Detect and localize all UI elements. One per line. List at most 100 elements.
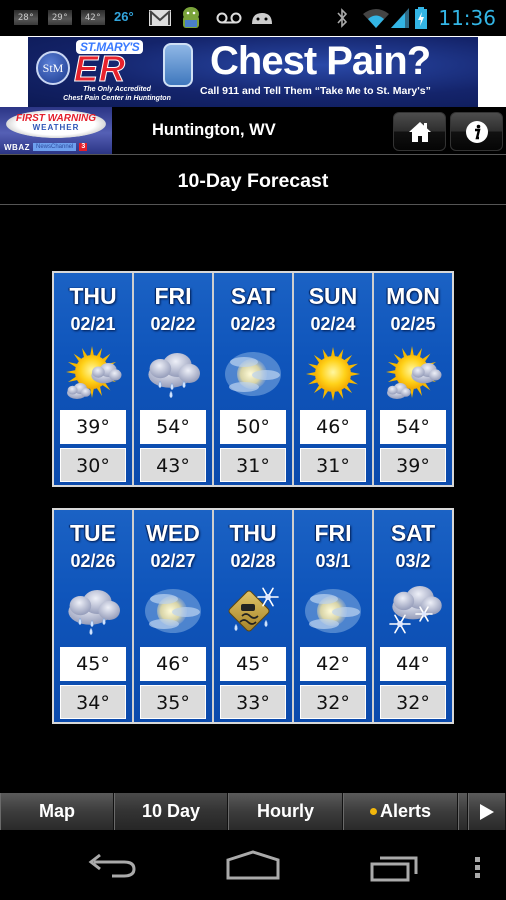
day-name: SAT [230,283,276,309]
low-temp: 32° [380,685,446,719]
day-name: SAT [390,520,436,546]
low-temp: 33° [220,685,286,719]
day-date: 02/21 [70,314,116,334]
forecast-day[interactable]: FRI 03/1 42° 32° [294,510,372,722]
day-date: 02/28 [230,551,276,571]
day-name: WED [146,520,200,546]
day-name: FRI [154,283,192,309]
day-name: SUN [308,283,358,309]
forecast-day[interactable]: WED 02/27 46° 35° [134,510,212,722]
partly-sunny-icon [386,346,442,399]
tab-10-day[interactable]: 10 Day [114,793,228,830]
ad-brand-mark: ER [73,48,127,89]
home-icon [408,121,431,142]
recent-apps-icon[interactable] [370,850,420,882]
forecast-day[interactable]: FRI 02/22 54° 43° [134,273,212,485]
bluetooth-icon [337,8,348,28]
home-button[interactable] [393,112,446,151]
day-date: 02/27 [150,551,196,571]
day-name: THU [69,283,117,309]
high-temp: 54° [380,410,446,444]
brand-line2: WEATHER [32,123,80,132]
high-temp: 46° [140,647,206,681]
snow-icon [389,586,442,634]
forecast-day[interactable]: SAT 02/23 50° 31° [214,273,292,485]
forecast-day[interactable]: THU 02/28 45° 33° [214,510,292,722]
partly-sunny-icon [66,346,122,399]
tab-divider [458,793,468,830]
home-nav-icon[interactable] [226,850,280,880]
forecast-day[interactable]: TUE 02/26 45° 34° [54,510,132,722]
overflow-menu-icon[interactable] [474,856,482,880]
station-number: 3 [79,143,88,151]
station-logo: FIRST WARNING WEATHER WBAZ NewsChannel 3 [0,107,112,154]
high-temp: 45° [220,647,286,681]
day-date: 02/24 [310,314,356,334]
day-name: MON [386,283,440,309]
bottom-tab-bar: Map 10 Day Hourly Alerts [0,793,506,830]
tab-map[interactable]: Map [0,793,114,830]
forecast-day[interactable]: SAT 03/2 44° 32° [374,510,452,722]
day-name: FRI [314,520,352,546]
wintry-mix-slippery-icon [228,587,279,632]
tab-hourly[interactable]: Hourly [228,793,343,830]
forecast-day[interactable]: SUN 02/24 46° 31° [294,273,372,485]
voicemail-icon [216,12,242,24]
low-temp: 35° [140,685,206,719]
wifi-icon [363,9,389,28]
tab-alerts[interactable]: Alerts [343,793,458,830]
low-temp: 30° [60,448,126,482]
ad-creative[interactable]: StM ST.MARY'S ER The Only Accredited Che… [28,37,478,107]
info-button[interactable] [450,112,503,151]
high-temp: 50° [220,410,286,444]
station-bar: WBAZ NewsChannel 3 [4,142,108,152]
battery-charging-icon [415,7,427,29]
forecast-grid-week2: TUE 02/26 45° 34° WED 02/27 46° 35° THU … [52,508,454,724]
low-temp: 31° [220,448,286,482]
high-temp: 54° [140,410,206,444]
high-temp: 45° [60,647,126,681]
hazy-cloudy-icon [145,589,201,633]
day-date: 03/2 [395,551,431,571]
alert-indicator-dot [369,808,377,815]
ad-tagline-line2: Chest Pain Center in Huntington [63,95,171,102]
station-channel: NewsChannel [33,143,77,151]
high-temp: 42° [300,647,366,681]
ad-tagline-line1: The Only Accredited [83,86,151,93]
day-name: TUE [70,520,116,546]
low-temp: 34° [60,685,126,719]
day-date: 03/1 [315,551,351,571]
back-icon[interactable] [86,850,138,880]
play-arrow-icon [480,803,494,820]
ad-banner[interactable]: StM ST.MARY'S ER The Only Accredited Che… [0,36,506,107]
notification-temp: 28° [14,10,38,25]
low-temp: 32° [300,685,366,719]
app-header: FIRST WARNING WEATHER WBAZ NewsChannel 3… [0,107,506,155]
signal-icon [391,8,409,28]
more-tabs-button[interactable] [468,793,506,830]
hazy-cloudy-icon [305,589,361,633]
low-temp: 39° [380,448,446,482]
day-date: 02/26 [70,551,116,571]
high-temp: 39° [60,410,126,444]
tab-label: Map [39,801,75,821]
tab-label: Alerts [379,801,432,821]
forecast-day[interactable]: MON 02/25 54° 39° [374,273,452,485]
ad-tagline: The Only Accredited Chest Pain Center in… [42,85,192,103]
forecast-day[interactable]: THU 02/21 39° 30° [54,273,132,485]
info-icon [465,120,488,143]
location-label: Huntington, WV [152,121,276,139]
forecast-grid-week1: THU 02/21 39° 30° FRI 02/22 54° 43° SAT … [52,271,454,487]
android-app-icon [183,7,199,28]
page-title: 10-Day Forecast [177,170,329,192]
high-temp: 44° [380,647,446,681]
hazy-cloudy-icon [225,352,281,396]
day-date: 02/25 [390,314,436,334]
day-name: THU [229,520,277,546]
low-temp: 43° [140,448,206,482]
high-temp: 46° [300,410,366,444]
ad-headline: Chest Pain? [210,39,431,83]
notification-temp: 29° [48,10,72,25]
status-clock: 11:36 [438,6,496,30]
sunny-icon [306,347,360,401]
